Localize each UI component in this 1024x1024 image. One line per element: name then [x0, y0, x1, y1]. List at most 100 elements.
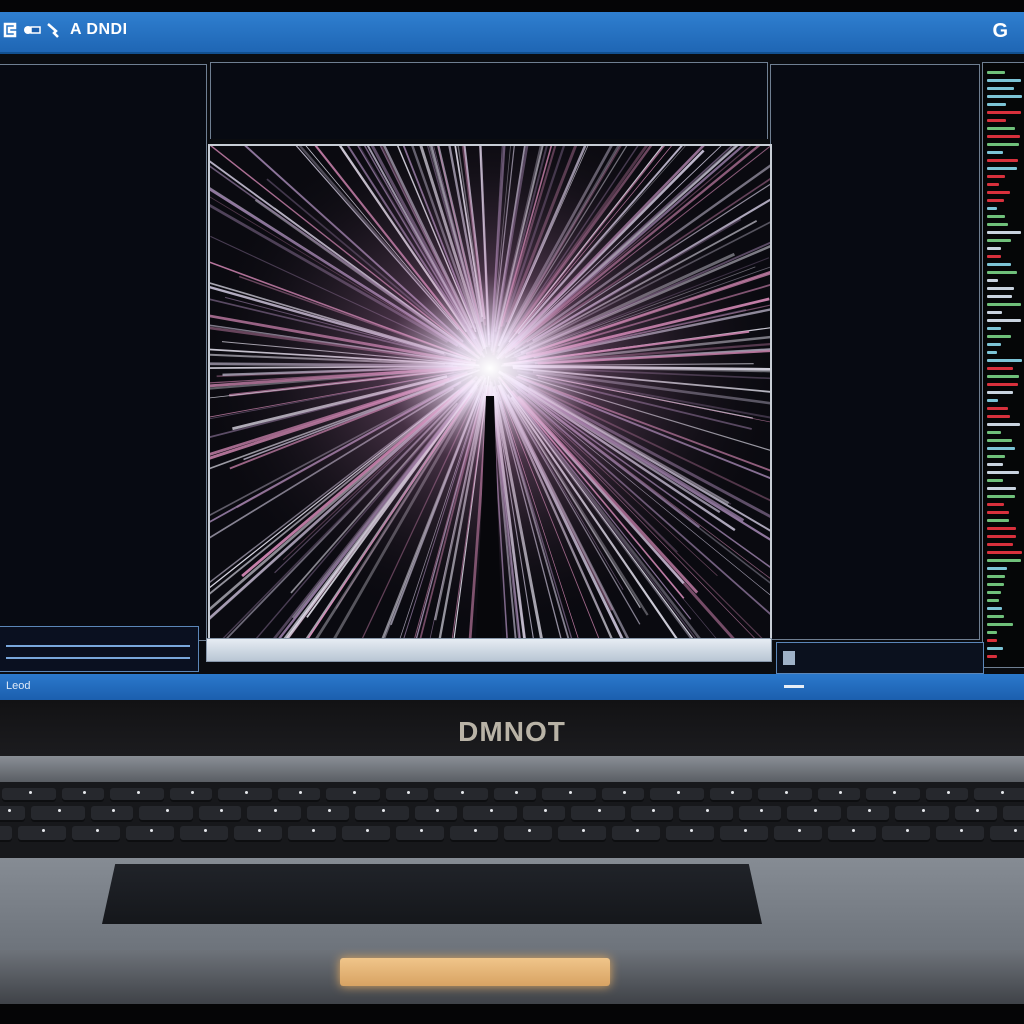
right-panel [770, 64, 980, 640]
keyboard-key[interactable] [386, 788, 428, 802]
tray-indicator[interactable] [784, 685, 804, 688]
keyboard-key[interactable] [720, 826, 768, 842]
keyboard-key[interactable] [758, 788, 812, 802]
keyboard-key[interactable] [558, 826, 606, 842]
key-legend [96, 829, 99, 832]
keyboard-key[interactable] [342, 826, 390, 842]
keyboard-key[interactable] [936, 826, 984, 842]
keyboard-key[interactable] [180, 826, 228, 842]
keyboard-key[interactable] [955, 806, 997, 822]
keyboard-key[interactable] [774, 826, 822, 842]
keyboard-key[interactable] [307, 806, 349, 822]
keyboard-key[interactable] [926, 788, 968, 802]
keyboard-key[interactable] [463, 806, 517, 822]
log-line [987, 87, 1014, 90]
log-line [987, 199, 1004, 202]
key-legend [353, 791, 356, 794]
keyboard-key[interactable] [0, 806, 25, 822]
desk-surface [0, 1004, 1024, 1024]
image-viewport[interactable] [208, 144, 772, 642]
keyboard-key[interactable] [234, 826, 282, 842]
checkbox[interactable] [783, 651, 795, 665]
right-input-panel[interactable] [776, 642, 984, 674]
log-line [987, 143, 1019, 146]
keyboard-key[interactable] [494, 788, 536, 802]
google-icon[interactable]: G [992, 20, 1008, 43]
keyboard-key[interactable] [974, 788, 1024, 802]
keyboard-key[interactable] [199, 806, 241, 822]
keyboard-key[interactable] [710, 788, 752, 802]
keyboard-key[interactable] [650, 788, 704, 802]
keyboard-key[interactable] [31, 806, 85, 822]
log-line [987, 295, 1012, 298]
keyboard-key[interactable] [504, 826, 552, 842]
keyboard-key[interactable] [571, 806, 625, 822]
keyboard-key[interactable] [139, 806, 193, 822]
log-line [987, 655, 997, 658]
keyboard-key[interactable] [355, 806, 409, 822]
log-line [987, 647, 1003, 650]
start-button[interactable]: Leod [6, 680, 30, 692]
key-legend [798, 829, 801, 832]
keyboard-key[interactable] [110, 788, 164, 802]
key-legend [960, 829, 963, 832]
pin-icon[interactable] [44, 21, 62, 39]
touchpad[interactable] [102, 864, 762, 924]
keyboard-key[interactable] [170, 788, 212, 802]
keyboard-key[interactable] [0, 826, 12, 842]
keyboard-key[interactable] [523, 806, 565, 822]
keyboard-key[interactable] [72, 826, 120, 842]
keyboard-key[interactable] [18, 826, 66, 842]
log-line [987, 79, 1021, 82]
key-legend [274, 809, 277, 812]
keyboard-key[interactable] [602, 788, 644, 802]
keyboard-key[interactable] [62, 788, 104, 802]
keyboard-key[interactable] [679, 806, 733, 822]
keyboard[interactable] [0, 782, 1024, 858]
brand-logo: DMNOT [458, 716, 566, 747]
keyboard-key[interactable] [326, 788, 380, 802]
app-logo-icon[interactable] [2, 21, 22, 39]
log-line [987, 383, 1018, 386]
log-line [987, 551, 1022, 554]
viewport-status-bar [206, 638, 772, 662]
keyboard-key[interactable] [450, 826, 498, 842]
keyboard-key[interactable] [666, 826, 714, 842]
keyboard-key[interactable] [434, 788, 488, 802]
log-line [987, 479, 1003, 482]
key-legend [1001, 791, 1004, 794]
keyboard-key[interactable] [91, 806, 133, 822]
log-line [987, 439, 1012, 442]
log-panel[interactable] [982, 62, 1024, 668]
left-scroll-panel[interactable] [0, 626, 199, 672]
keyboard-key[interactable] [415, 806, 457, 822]
keyboard-key[interactable] [542, 788, 596, 802]
keyboard-key[interactable] [396, 826, 444, 842]
keyboard-key[interactable] [847, 806, 889, 822]
key-legend [652, 809, 655, 812]
key-legend [220, 809, 223, 812]
keyboard-key[interactable] [126, 826, 174, 842]
keyboard-key[interactable] [895, 806, 949, 822]
keyboard-key[interactable] [882, 826, 930, 842]
keyboard-key[interactable] [612, 826, 660, 842]
keyboard-key[interactable] [288, 826, 336, 842]
keyboard-key[interactable] [247, 806, 301, 822]
keyboard-key[interactable] [739, 806, 781, 822]
keyboard-key[interactable] [866, 788, 920, 802]
keyboard-key[interactable] [818, 788, 860, 802]
keyboard-key[interactable] [2, 788, 56, 802]
key-legend [906, 829, 909, 832]
keyboard-key[interactable] [828, 826, 876, 842]
keyboard-key[interactable] [218, 788, 272, 802]
keyboard-key[interactable] [787, 806, 841, 822]
log-line [987, 319, 1021, 322]
keyboard-key[interactable] [631, 806, 673, 822]
keyboard-key[interactable] [1003, 806, 1024, 822]
log-line [987, 327, 1001, 330]
key-legend [490, 809, 493, 812]
keyboard-key[interactable] [278, 788, 320, 802]
keyboard-key[interactable] [990, 826, 1024, 842]
log-line [987, 391, 1013, 394]
connect-icon[interactable] [22, 21, 42, 39]
